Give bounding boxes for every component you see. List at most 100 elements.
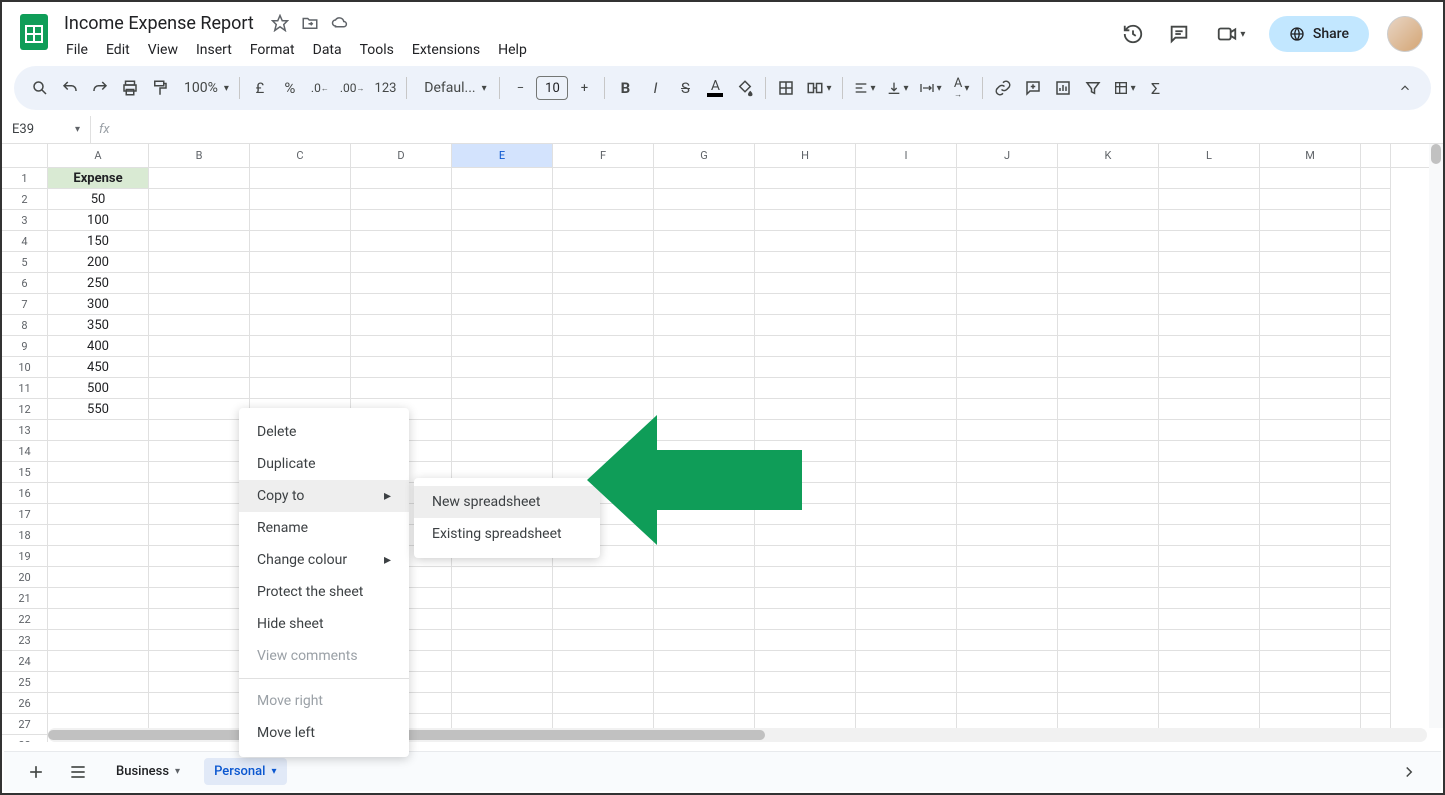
cell[interactable] xyxy=(250,294,351,315)
cell[interactable] xyxy=(149,315,250,336)
cell[interactable] xyxy=(755,441,856,462)
cell[interactable] xyxy=(1159,630,1260,651)
cell[interactable] xyxy=(250,315,351,336)
cell[interactable] xyxy=(654,609,755,630)
cell[interactable] xyxy=(856,420,957,441)
cell[interactable] xyxy=(48,630,149,651)
cell[interactable] xyxy=(1361,567,1391,588)
decrease-decimal-icon[interactable]: .0← xyxy=(306,73,334,103)
cell[interactable] xyxy=(149,630,250,651)
cell[interactable] xyxy=(1361,462,1391,483)
cell[interactable] xyxy=(1058,252,1159,273)
cell[interactable] xyxy=(1361,357,1391,378)
cell[interactable] xyxy=(452,168,553,189)
cell[interactable] xyxy=(553,609,654,630)
cell[interactable] xyxy=(654,231,755,252)
bold-icon[interactable]: B xyxy=(611,73,639,103)
col-header-E[interactable]: E xyxy=(452,144,553,167)
fill-color-icon[interactable] xyxy=(731,73,759,103)
cell[interactable] xyxy=(755,315,856,336)
more-formats-button[interactable]: 123 xyxy=(371,73,401,103)
cell[interactable] xyxy=(856,273,957,294)
row-header[interactable]: 20 xyxy=(2,567,48,588)
cell[interactable]: 450 xyxy=(48,357,149,378)
col-header-J[interactable]: J xyxy=(957,144,1058,167)
cell[interactable] xyxy=(351,252,452,273)
cell[interactable] xyxy=(856,462,957,483)
ctx-duplicate[interactable]: Duplicate xyxy=(239,448,409,480)
paint-format-icon[interactable] xyxy=(146,73,174,103)
cell[interactable] xyxy=(1058,168,1159,189)
history-icon[interactable] xyxy=(1119,20,1147,48)
cell[interactable]: 500 xyxy=(48,378,149,399)
cell[interactable] xyxy=(1260,504,1361,525)
redo-icon[interactable] xyxy=(86,73,114,103)
cell[interactable] xyxy=(553,567,654,588)
cell[interactable] xyxy=(1361,294,1391,315)
cell[interactable] xyxy=(149,651,250,672)
explore-icon[interactable] xyxy=(1395,758,1423,786)
cell[interactable] xyxy=(1260,210,1361,231)
cell[interactable] xyxy=(1361,651,1391,672)
cell[interactable] xyxy=(1260,189,1361,210)
cell[interactable] xyxy=(856,609,957,630)
cell[interactable] xyxy=(1159,294,1260,315)
cell[interactable] xyxy=(755,609,856,630)
cell[interactable] xyxy=(1260,588,1361,609)
cell[interactable] xyxy=(1260,420,1361,441)
sheets-logo-icon[interactable] xyxy=(14,12,54,52)
cell[interactable] xyxy=(755,189,856,210)
cell[interactable] xyxy=(957,252,1058,273)
cell[interactable] xyxy=(452,252,553,273)
cell[interactable] xyxy=(452,189,553,210)
cell[interactable] xyxy=(755,546,856,567)
vertical-scrollbar[interactable] xyxy=(1429,144,1443,728)
cell[interactable] xyxy=(755,693,856,714)
cell[interactable] xyxy=(654,567,755,588)
cell[interactable] xyxy=(553,399,654,420)
row-header[interactable]: 28 xyxy=(2,735,48,742)
cell[interactable] xyxy=(1260,630,1361,651)
cell[interactable] xyxy=(1058,441,1159,462)
cell[interactable] xyxy=(452,378,553,399)
cell[interactable] xyxy=(654,462,755,483)
move-folder-icon[interactable] xyxy=(300,13,320,33)
cell[interactable] xyxy=(48,546,149,567)
tab-personal[interactable]: Personal▾ xyxy=(204,758,286,785)
cell[interactable] xyxy=(755,672,856,693)
cell[interactable] xyxy=(1159,588,1260,609)
row-header[interactable]: 22 xyxy=(2,609,48,630)
cell[interactable] xyxy=(1058,588,1159,609)
cell[interactable] xyxy=(452,315,553,336)
cell[interactable] xyxy=(957,378,1058,399)
cell[interactable] xyxy=(553,588,654,609)
filter-icon[interactable] xyxy=(1079,73,1107,103)
cell[interactable] xyxy=(553,336,654,357)
text-color-icon[interactable]: A xyxy=(701,73,729,103)
cell[interactable] xyxy=(1058,609,1159,630)
cell[interactable] xyxy=(553,231,654,252)
cell[interactable] xyxy=(957,315,1058,336)
cell[interactable] xyxy=(654,651,755,672)
name-box[interactable]: E39▾ xyxy=(2,122,90,137)
row-header[interactable]: 4 xyxy=(2,231,48,252)
cell[interactable] xyxy=(755,420,856,441)
cell[interactable] xyxy=(149,294,250,315)
row-header[interactable]: 7 xyxy=(2,294,48,315)
cell[interactable] xyxy=(1159,315,1260,336)
cell[interactable] xyxy=(957,231,1058,252)
cell[interactable] xyxy=(48,525,149,546)
cell[interactable] xyxy=(654,252,755,273)
cell[interactable] xyxy=(452,651,553,672)
select-all-corner[interactable] xyxy=(2,144,48,167)
cell[interactable] xyxy=(1260,252,1361,273)
cell[interactable] xyxy=(856,357,957,378)
menu-extensions[interactable]: Extensions xyxy=(404,38,488,62)
cell[interactable] xyxy=(856,189,957,210)
row-header[interactable]: 21 xyxy=(2,588,48,609)
cell[interactable] xyxy=(553,630,654,651)
cell[interactable] xyxy=(957,462,1058,483)
cell[interactable] xyxy=(553,441,654,462)
cell[interactable] xyxy=(1361,168,1391,189)
cell[interactable] xyxy=(654,672,755,693)
